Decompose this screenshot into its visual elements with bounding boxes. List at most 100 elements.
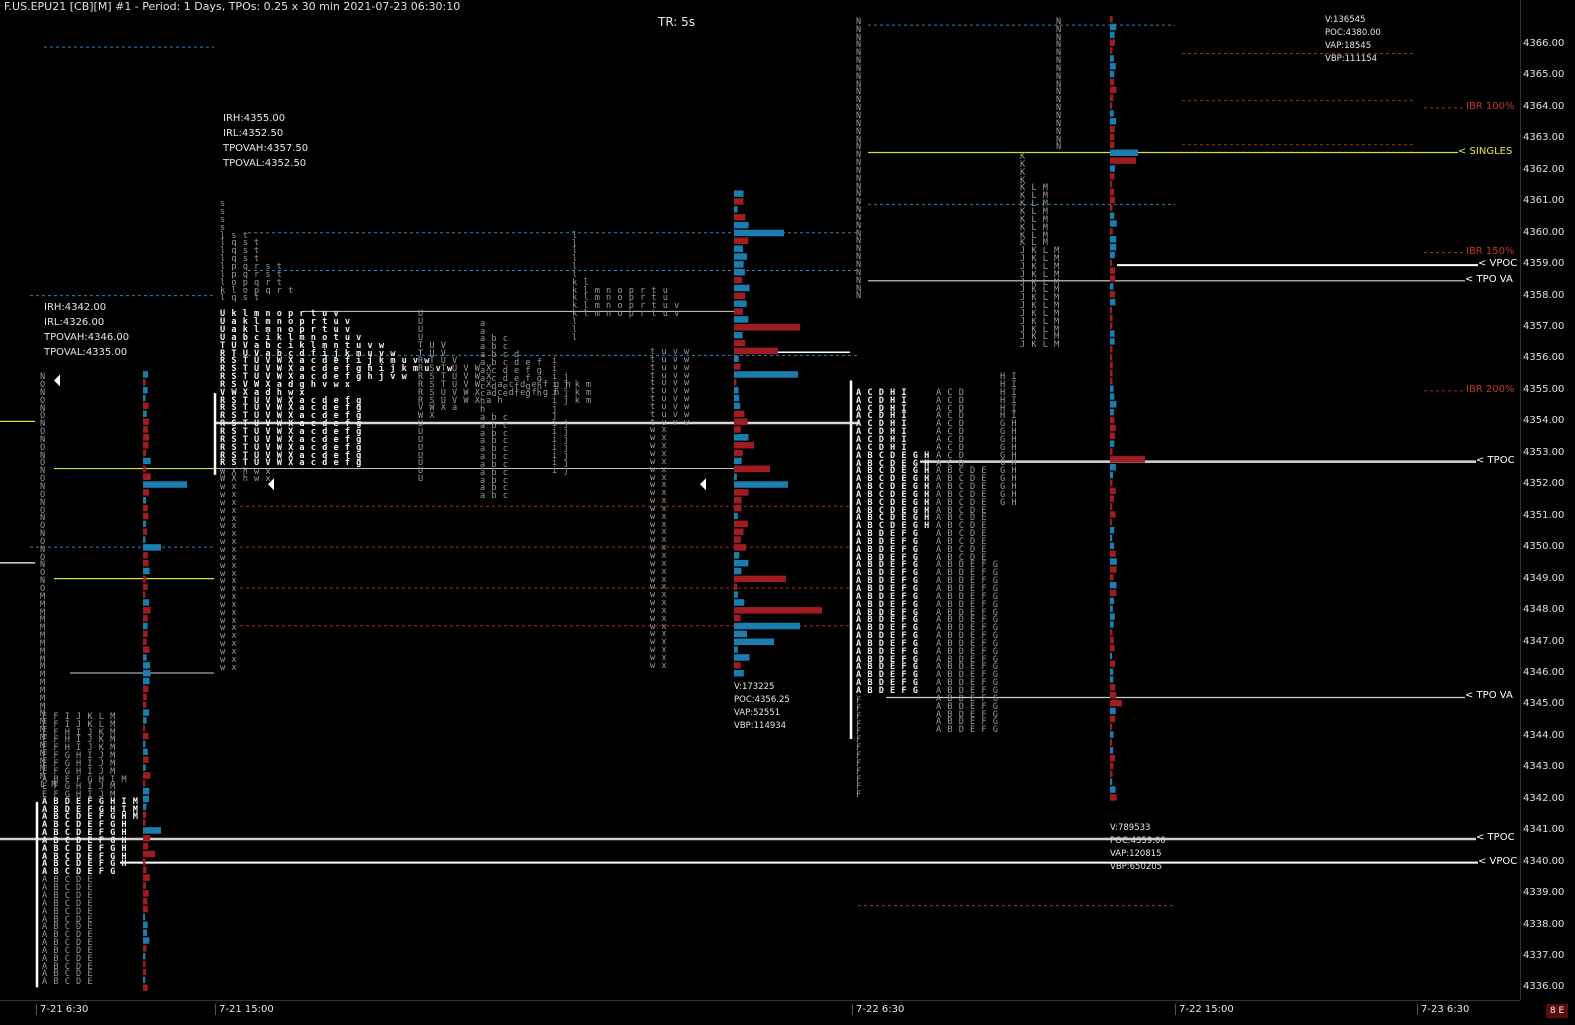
volume-bar [143, 567, 150, 575]
tpo-column: F F F F F F F F F F F F F [856, 696, 862, 801]
volume-bar [143, 434, 150, 441]
level-label: < SINGLES [1458, 145, 1513, 157]
price-tick: 4359.00 [1523, 258, 1565, 270]
volume-bar [143, 968, 147, 976]
volume-bar [143, 952, 146, 960]
volume-bar [143, 441, 149, 449]
volume-bar [143, 607, 151, 614]
price-tick: 4345.00 [1523, 698, 1565, 710]
price-axis[interactable]: 4366.00 4365.00 4364.00 4363.00 4362.00 4361.… [1520, 0, 1575, 1000]
volume-bar [1110, 589, 1117, 597]
volume-bar [1110, 196, 1116, 204]
volume-bar [143, 976, 146, 984]
price-tick: 4343.00 [1523, 761, 1565, 773]
volume-bar [734, 536, 741, 543]
price-tick: 4361.00 [1523, 195, 1565, 207]
volume-bar [1110, 731, 1114, 738]
volume-bar [1110, 526, 1115, 534]
volume-bar [143, 913, 146, 921]
volume-bar [1110, 23, 1117, 31]
volume-bar [1110, 542, 1115, 550]
volume-bar [734, 292, 746, 300]
volume-bar [1110, 204, 1113, 212]
volume-bar [734, 575, 786, 583]
price-tick: 4342.00 [1523, 792, 1565, 804]
volume-bar [734, 654, 750, 661]
price-tick: 4350.00 [1523, 541, 1565, 553]
volume-bar [1110, 440, 1115, 447]
x-label: 7-23 6:30 [1417, 1004, 1472, 1015]
volume-bar [734, 481, 788, 488]
volume-bar [143, 386, 148, 394]
volume-bar [1110, 369, 1113, 377]
volume-bar [1110, 47, 1113, 54]
market-profile-chart[interactable]: F.US.EPU21 [CB][M] #1 - Period: 1 Days, … [0, 0, 1520, 1000]
volume-bar [1110, 432, 1116, 440]
volume-bar [734, 339, 746, 347]
volume-bar [1110, 283, 1114, 290]
volume-bar [734, 355, 739, 362]
tpo-column: l l l l l l k l k l m n o p r t u k l m … [572, 230, 680, 343]
volume-bar [1110, 55, 1114, 62]
volume-bar [143, 960, 146, 968]
volume-bar [734, 324, 800, 331]
volume-bar [734, 544, 747, 551]
price-tick: 4337.00 [1523, 949, 1565, 961]
volume-bar [143, 724, 146, 732]
volume-bar [1110, 149, 1138, 157]
volume-bar [1110, 754, 1116, 762]
volume-bar [143, 858, 146, 866]
price-tick: 4338.00 [1523, 918, 1565, 930]
price-tick: 4365.00 [1523, 69, 1565, 81]
volume-bar [1110, 228, 1113, 235]
volume-bar [1110, 786, 1116, 793]
price-tick: 4353.00 [1523, 446, 1565, 458]
volume-bar [1110, 566, 1117, 573]
price-tick: 4363.00 [1523, 132, 1565, 144]
volume-bar [143, 371, 148, 378]
price-tick: 4357.00 [1523, 321, 1565, 333]
price-tick: 4341.00 [1523, 824, 1565, 836]
volume-bar [734, 622, 800, 630]
volume-bar [1110, 118, 1117, 125]
volume-bar [734, 599, 745, 606]
volume-bar [734, 363, 741, 370]
volume-bar [143, 756, 149, 763]
price-tick: 4366.00 [1523, 38, 1565, 50]
volume-bar [143, 654, 147, 661]
volume-bar [1110, 456, 1145, 463]
volume-bar [143, 512, 149, 520]
volume-bar [1110, 275, 1116, 282]
volume-bar [734, 512, 738, 520]
volume-bar [734, 308, 744, 315]
volume-bar [1110, 353, 1113, 361]
volume-bar [734, 614, 741, 622]
volume-bar [734, 284, 750, 292]
price-tick: 4355.00 [1523, 383, 1565, 395]
volume-bar [734, 489, 749, 496]
volume-bar [734, 261, 744, 268]
volume-bar [1110, 448, 1113, 455]
volume-bar [143, 709, 150, 716]
volume-bar [1110, 267, 1116, 274]
price-tick: 4362.00 [1523, 163, 1565, 175]
volume-bar [1110, 511, 1116, 518]
volume-bar [734, 465, 770, 473]
volume-bar [1110, 173, 1115, 180]
volume-bar [143, 473, 151, 480]
price-tick: 4358.00 [1523, 289, 1565, 301]
volume-bar [734, 394, 740, 402]
volume-bar [734, 567, 742, 575]
price-tick: 4340.00 [1523, 855, 1565, 867]
volume-bar [143, 559, 149, 567]
time-axis[interactable]: 7-21 6:30 7-21 15:00 7-22 6:30 7-22 15:0… [0, 1000, 1520, 1025]
volume-bar [143, 882, 146, 889]
volume-bar [143, 536, 146, 543]
volume-bar [1110, 338, 1115, 345]
volume-bar [734, 441, 754, 449]
volume-bar [1110, 102, 1113, 109]
volume-bar [734, 504, 742, 512]
volume-bar [143, 740, 146, 748]
volume-bar [1110, 762, 1114, 770]
volume-bar [1110, 621, 1114, 628]
